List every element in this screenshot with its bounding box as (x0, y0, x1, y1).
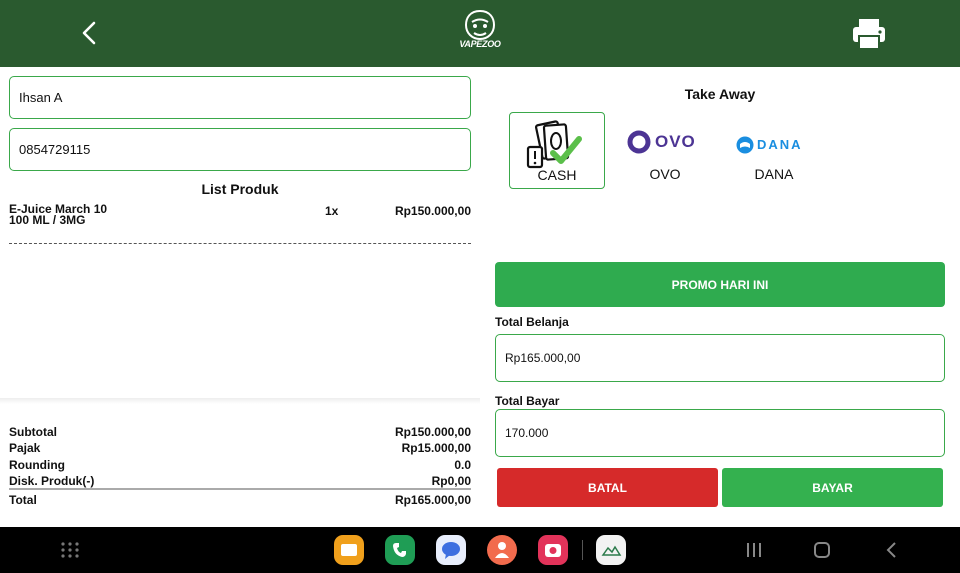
summary-row-pajak: Pajak Rp15.000,00 (9, 441, 471, 457)
summary-value: Rp150.000,00 (394, 425, 471, 439)
back-button[interactable] (76, 18, 104, 48)
summary-value: Rp165.000,00 (394, 493, 471, 507)
summary-shadow (0, 398, 480, 404)
chat-bubble-icon (442, 542, 460, 559)
list-item-name: E-Juice March 10 100 ML / 3MG (9, 203, 107, 227)
app-header: VAPEZOO (0, 0, 960, 67)
total-belanja-label: Total Belanja (495, 315, 569, 329)
total-bayar-label: Total Bayar (495, 394, 560, 408)
payment-option-dana[interactable]: DANA DANA (726, 112, 822, 189)
customer-phone-field[interactable]: 0854729115 (9, 128, 471, 171)
person-icon (495, 542, 509, 558)
pay-button[interactable]: BAYAR (722, 468, 943, 507)
folder-icon (341, 544, 357, 556)
phone-icon (393, 543, 406, 557)
item-name-line2: 100 ML / 3MG (9, 213, 86, 227)
summary-value: 0.0 (454, 458, 471, 472)
cancel-button[interactable]: BATAL (497, 468, 718, 507)
payment-label: DANA (754, 166, 794, 182)
ovo-logo-text: OVO (655, 132, 696, 151)
recents-icon[interactable] (745, 542, 763, 558)
summary-value: Rp15.000,00 (401, 441, 471, 455)
summary-label: Rounding (9, 458, 65, 472)
gallery-icon (601, 545, 622, 556)
messages-app-icon[interactable] (436, 535, 466, 565)
summary-label: Subtotal (9, 425, 57, 439)
print-button[interactable] (850, 17, 888, 51)
cash-icon (526, 120, 582, 169)
list-divider (9, 243, 471, 244)
product-list-title: List Produk (201, 181, 279, 197)
dana-logo-icon (736, 136, 754, 154)
contacts-app-icon[interactable] (487, 535, 517, 565)
customer-name-field[interactable]: Ihsan A (9, 76, 471, 119)
total-belanja-field[interactable]: Rp165.000,00 (495, 334, 945, 382)
order-type-label: Take Away (684, 86, 756, 102)
summary-label: Total (9, 493, 37, 507)
total-bayar-field[interactable]: 170.000 (495, 409, 945, 457)
gorilla-icon (464, 9, 496, 41)
camera-icon (545, 544, 561, 557)
promo-button[interactable]: PROMO HARI INI (495, 262, 945, 307)
summary-divider (9, 488, 471, 490)
summary-label: Pajak (9, 441, 41, 455)
printer-icon (853, 19, 885, 50)
payment-option-cash[interactable]: CASH (509, 112, 605, 189)
dock-divider (582, 540, 583, 560)
back-icon[interactable] (884, 541, 898, 559)
summary-row-subtotal: Subtotal Rp150.000,00 (9, 425, 471, 441)
app-drawer-icon[interactable] (60, 541, 80, 559)
payment-option-ovo[interactable]: OVO OVO (617, 112, 713, 189)
list-item-qty: 1x (325, 204, 339, 218)
camera-app-icon[interactable] (538, 535, 568, 565)
logo-text: VAPEZOO (459, 39, 501, 49)
home-icon[interactable] (813, 541, 831, 559)
payment-label: OVO (649, 166, 681, 182)
chevron-left-icon (82, 21, 96, 45)
gallery-app-icon[interactable] (596, 535, 626, 565)
dana-logo-text: DANA (757, 137, 803, 152)
vapezoo-logo: VAPEZOO (456, 9, 504, 59)
list-item-price: Rp150.000,00 (394, 204, 471, 218)
summary-row-rounding: Rounding 0.0 (9, 458, 471, 474)
payment-label: CASH (537, 167, 577, 183)
phone-app-icon[interactable] (385, 535, 415, 565)
system-navigation-bar (0, 527, 960, 573)
files-app-icon[interactable] (334, 535, 364, 565)
summary-row-total: Total Rp165.000,00 (9, 493, 471, 509)
